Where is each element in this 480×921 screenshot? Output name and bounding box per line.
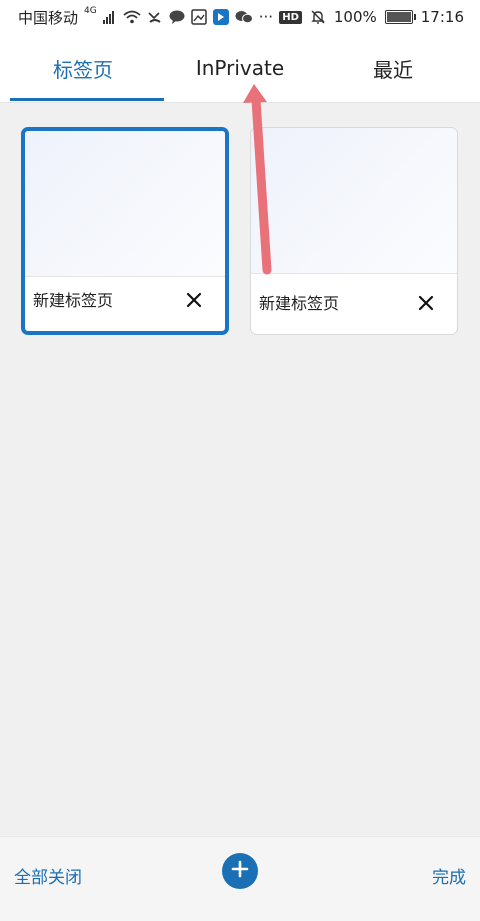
more-notifications-label: ···	[258, 8, 274, 26]
status-right: HD 100% 17:16	[279, 0, 464, 34]
tab-recent[interactable]: 最近	[310, 34, 476, 102]
carrier-label: 中国移动	[18, 8, 79, 27]
done-button[interactable]: 完成	[432, 863, 466, 888]
plus-icon	[231, 860, 249, 882]
clock: 17:16	[420, 8, 464, 26]
wifi-icon	[123, 10, 141, 24]
tab-card-title: 新建标签页	[259, 294, 340, 313]
status-left: 中国移动 4G ···	[18, 0, 273, 34]
close-icon	[418, 295, 434, 315]
tab-tabs[interactable]: 标签页	[0, 34, 166, 102]
app-notification-icon	[212, 9, 229, 25]
close-tab-button[interactable]	[177, 285, 211, 319]
tab-thumbnail	[251, 128, 457, 274]
tab-thumbnail	[25, 131, 225, 277]
hd-badge: HD	[279, 10, 302, 24]
network-label: 4G	[84, 6, 97, 16]
tab-card-1[interactable]: 新建标签页	[21, 127, 229, 335]
new-tab-button[interactable]	[222, 853, 258, 889]
tab-card-title: 新建标签页	[33, 291, 114, 310]
battery-percent: 100%	[333, 8, 377, 26]
missed-call-icon	[147, 9, 163, 25]
close-all-button[interactable]: 全部关闭	[14, 863, 82, 888]
tab-inprivate[interactable]: InPrivate	[157, 34, 323, 102]
tab-card-2[interactable]: 新建标签页	[250, 127, 458, 335]
mute-bell-icon	[310, 9, 326, 25]
message-icon	[169, 10, 185, 24]
battery-icon	[384, 10, 416, 24]
close-icon	[186, 292, 202, 312]
gallery-icon	[190, 9, 207, 25]
status-bar: 中国移动 4G ··· HD 100% 17:16	[0, 0, 480, 34]
active-tab-indicator	[10, 98, 164, 101]
bottom-toolbar: 全部关闭 完成	[0, 836, 480, 921]
close-tab-button[interactable]	[409, 288, 443, 322]
tab-bar: 标签页 InPrivate 最近	[0, 34, 480, 103]
signal-icon	[102, 10, 117, 24]
wechat-icon	[235, 10, 253, 24]
